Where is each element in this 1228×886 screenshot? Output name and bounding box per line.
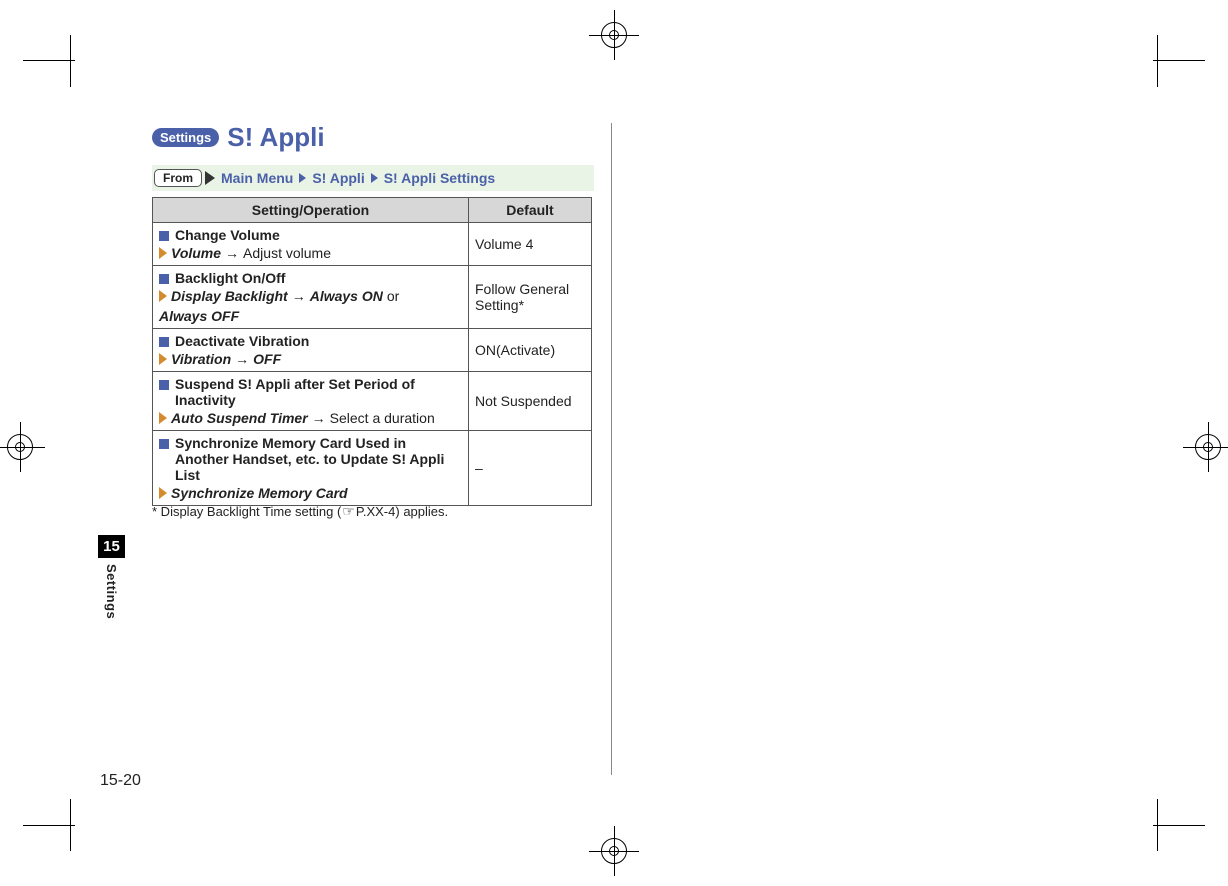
path-option-a: OFF (253, 351, 281, 367)
col-header-default: Default (469, 198, 592, 223)
row-title: Backlight On/Off (175, 270, 462, 286)
square-bullet-icon (159, 380, 169, 390)
chapter-side-tab: 15 Settings (98, 535, 125, 619)
table-row: Deactivate Vibration Vibration OFF ON(Ac… (153, 329, 592, 372)
chevron-right-icon (159, 353, 167, 365)
square-bullet-icon (159, 274, 169, 284)
arrow-right-thin-icon (312, 410, 326, 426)
path-after: Select a duration (330, 410, 435, 426)
square-bullet-icon (159, 337, 169, 347)
path-option-b: Always OFF (159, 308, 239, 324)
registration-target-left (3, 430, 37, 464)
path-primary: Vibration (171, 351, 231, 367)
registration-target-bottom (597, 834, 631, 868)
pointing-hand-icon (341, 504, 356, 519)
chapter-number-chip: 15 (98, 535, 125, 558)
arrow-right-thin-icon (292, 288, 306, 304)
arrow-right-thin-icon (235, 351, 249, 367)
default-value: ON(Activate) (469, 329, 592, 372)
registration-target-top (597, 18, 631, 52)
breadcrumb-item-s-appli: S! Appli (312, 170, 364, 186)
square-bullet-icon (159, 439, 169, 449)
path-connector: or (387, 288, 399, 304)
row-title: Change Volume (175, 227, 462, 243)
section-heading: Settings S! Appli (152, 122, 325, 153)
chevron-right-icon (159, 487, 167, 499)
arrow-right-icon (299, 173, 306, 183)
default-value: Volume 4 (469, 223, 592, 266)
default-value: Not Suspended (469, 372, 592, 431)
table-row: Change Volume Volume Adjust volume Volum… (153, 223, 592, 266)
from-badge: From (154, 169, 202, 187)
breadcrumb: From Main Menu S! Appli S! Appli Setting… (152, 165, 594, 191)
path-primary: Display Backlight (171, 288, 288, 304)
settings-pill: Settings (152, 128, 219, 147)
table-row: Suspend S! Appli after Set Period of Ina… (153, 372, 592, 431)
breadcrumb-item-s-appli-settings: S! Appli Settings (384, 170, 495, 186)
table-row: Synchronize Memory Card Used in Another … (153, 431, 592, 506)
from-badge-tail-icon (205, 171, 215, 185)
col-header-setting: Setting/Operation (153, 198, 469, 223)
path-primary: Synchronize Memory Card (171, 485, 348, 501)
page-number: 15-20 (100, 772, 141, 790)
chapter-label-vertical: Settings (104, 564, 119, 619)
default-value: Follow General Setting* (469, 266, 592, 329)
chevron-right-icon (159, 412, 167, 424)
square-bullet-icon (159, 231, 169, 241)
row-title: Suspend S! Appli after Set Period of Ina… (175, 376, 462, 408)
table-header-row: Setting/Operation Default (153, 198, 592, 223)
footnote: * Display Backlight Time setting (P.XX-4… (152, 503, 592, 520)
registration-target-right (1191, 430, 1225, 464)
path-after: Adjust volume (243, 245, 331, 261)
footnote-page-ref: P.XX-4 (356, 504, 396, 519)
row-title: Deactivate Vibration (175, 333, 462, 349)
path-option-a: Always ON (310, 288, 383, 304)
chevron-right-icon (159, 247, 167, 259)
chevron-right-icon (159, 290, 167, 302)
path-primary: Auto Suspend Timer (171, 410, 308, 426)
breadcrumb-item-main-menu: Main Menu (221, 170, 293, 186)
row-title: Synchronize Memory Card Used in Another … (175, 435, 462, 483)
settings-table: Setting/Operation Default Change Volume … (152, 197, 592, 506)
column-gutter-line (611, 123, 612, 775)
table-row: Backlight On/Off Display Backlight Alway… (153, 266, 592, 329)
section-title: S! Appli (227, 122, 324, 153)
footnote-text-post: ) applies. (395, 504, 448, 519)
footnote-text-pre: Display Backlight Time setting ( (157, 504, 341, 519)
path-primary: Volume (171, 245, 221, 261)
default-value: – (469, 431, 592, 506)
arrow-right-icon (371, 173, 378, 183)
arrow-right-thin-icon (225, 245, 239, 261)
